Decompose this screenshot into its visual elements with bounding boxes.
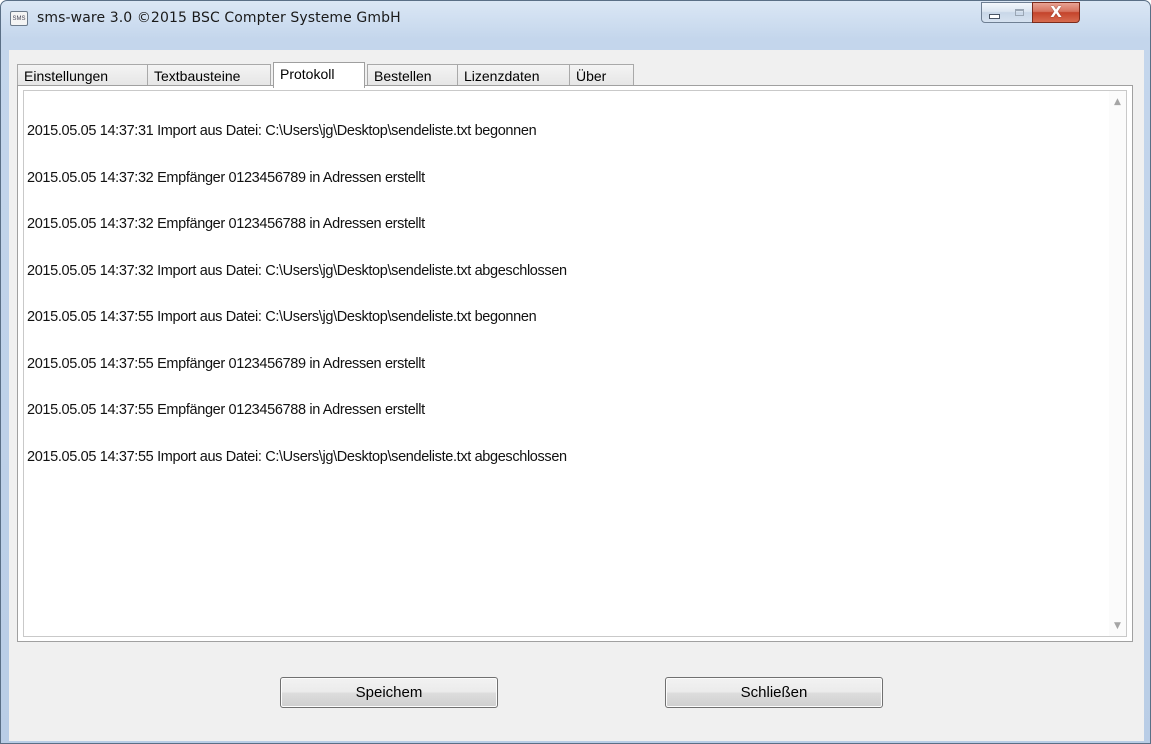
minimize-button[interactable] [981, 2, 1008, 23]
log-line: 2015.05.05 14:37:55 Empfänger 0123456788… [27, 402, 425, 418]
maximize-icon [1015, 9, 1024, 16]
close-window-button[interactable]: X [1032, 2, 1080, 23]
log-line: 2015.05.05 14:37:31 Import aus Datei: C:… [27, 123, 537, 139]
log-textbox[interactable]: 2015.05.05 14:37:31 Import aus Datei: C:… [23, 90, 1127, 637]
sms-app-icon[interactable]: SMS [10, 11, 28, 26]
save-button[interactable]: Speichem [280, 677, 498, 708]
app-window: SMS sms-ware 3.0 ©2015 BSC Compter Syste… [0, 0, 1151, 744]
log-line: 2015.05.05 14:37:55 Empfänger 0123456789… [27, 355, 425, 372]
close-button[interactable]: Schließen [665, 677, 883, 708]
vertical-scrollbar[interactable]: ▲ ▼ [1109, 91, 1126, 636]
maximize-button[interactable] [1007, 2, 1033, 23]
scroll-up-arrow-icon[interactable]: ▲ [1109, 93, 1126, 110]
tab-lizenzdaten[interactable]: Lizenzdaten [457, 64, 570, 86]
log-lines: 2015.05.05 14:37:31 Import aus Datei: C:… [27, 93, 567, 496]
tab-protokoll[interactable]: Protokoll [273, 62, 365, 88]
tab-bestellen[interactable]: Bestellen [367, 64, 458, 86]
tab-textbausteine[interactable]: Textbausteine [147, 64, 271, 86]
log-line: 2015.05.05 14:37:32 Empfänger 0123456788… [27, 216, 425, 232]
app-icon-label: SMS [12, 15, 26, 22]
log-line: 2015.05.05 14:37:32 Import aus Datei: C:… [27, 262, 567, 279]
close-icon: X [1050, 3, 1062, 21]
client-area: Einstellungen Textbausteine Protokoll Be… [9, 50, 1144, 741]
title-bar[interactable]: SMS sms-ware 3.0 ©2015 BSC Compter Syste… [1, 1, 1150, 43]
window-title: sms-ware 3.0 ©2015 BSC Compter Systeme G… [37, 10, 401, 26]
log-line: 2015.05.05 14:37:32 Empfänger 0123456789… [27, 169, 425, 186]
tab-einstellungen[interactable]: Einstellungen [17, 64, 148, 86]
protokoll-tab-page: 2015.05.05 14:37:31 Import aus Datei: C:… [17, 85, 1133, 642]
scroll-down-arrow-icon[interactable]: ▼ [1109, 617, 1126, 634]
log-line: 2015.05.05 14:37:55 Import aus Datei: C:… [27, 448, 567, 465]
minimize-icon [989, 13, 1000, 19]
tab-ueber[interactable]: Über [569, 64, 634, 86]
log-line: 2015.05.05 14:37:55 Import aus Datei: C:… [27, 309, 537, 325]
